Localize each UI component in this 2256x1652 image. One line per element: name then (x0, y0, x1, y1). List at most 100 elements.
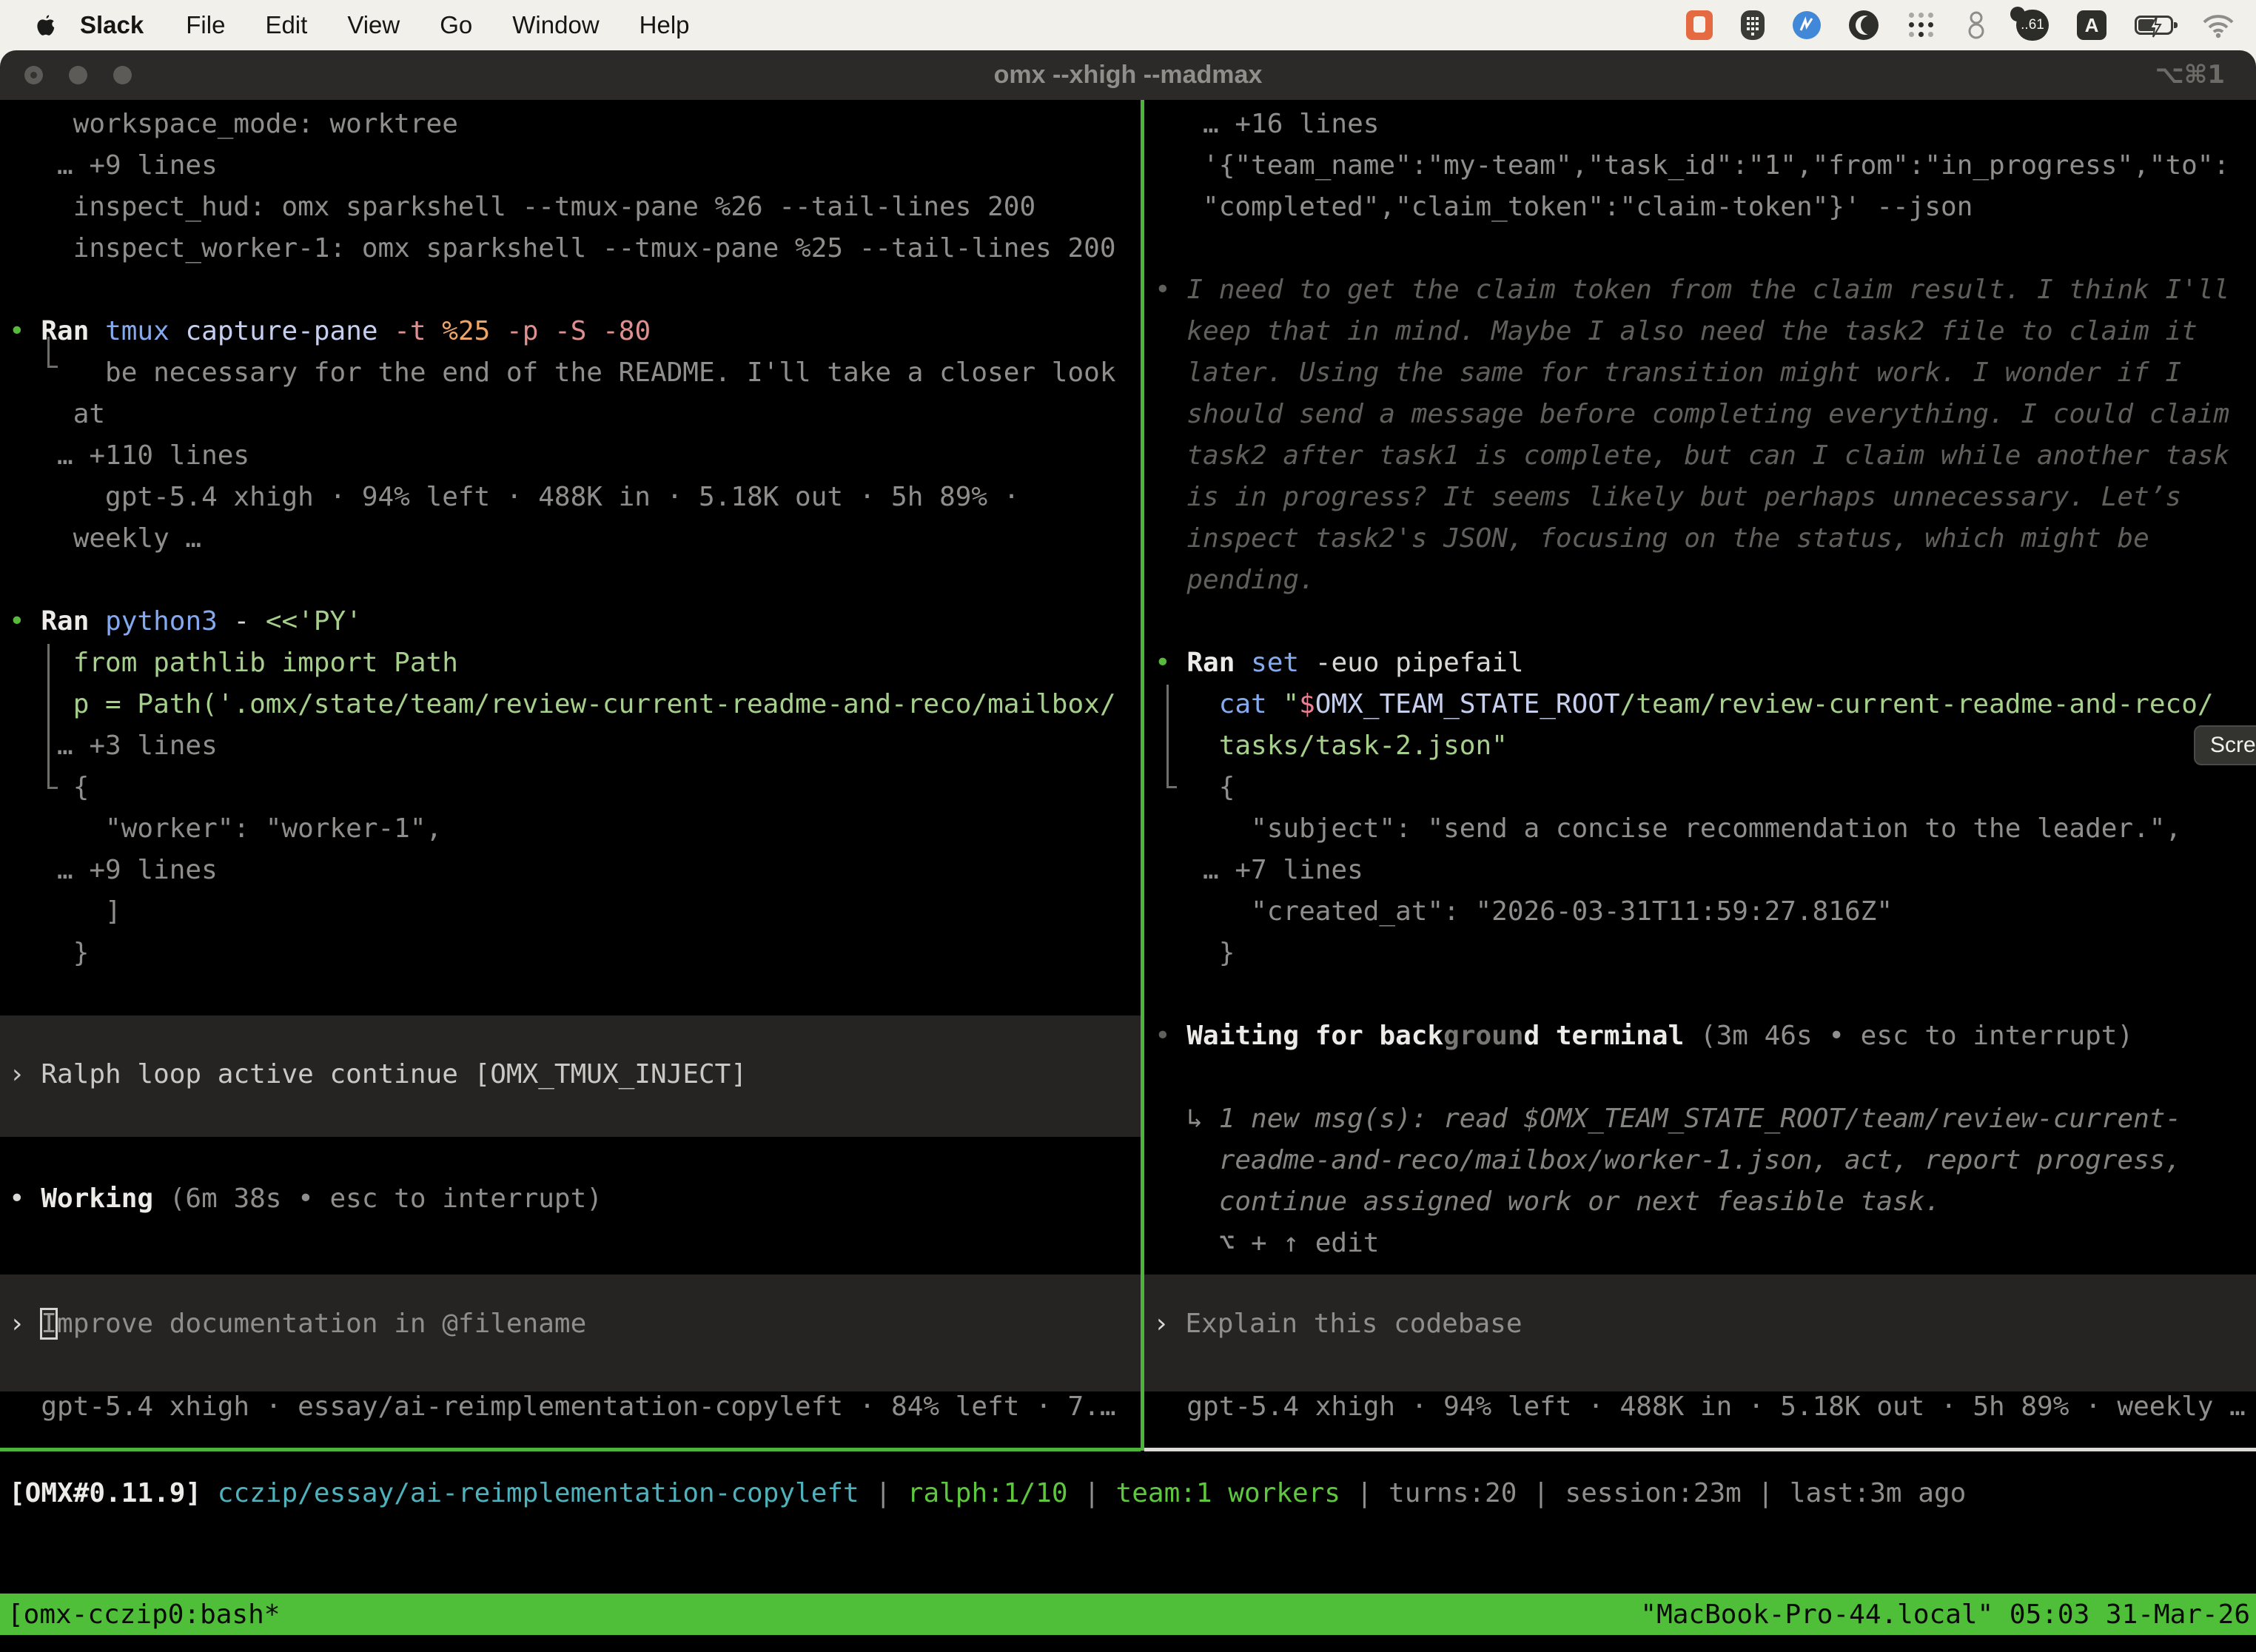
output-block-guide-right (1166, 685, 1177, 788)
terminal-line: ↳ 1 new msg(s): read $OMX_TEAM_STATE_ROO… (1155, 1098, 2229, 1140)
ralph-loop-banner: › Ralph loop active continue [OMX_TMUX_I… (0, 1015, 1141, 1137)
tmux-host-time: "MacBook-Pro-44.local" 05:03 31-Mar-26 (1640, 1599, 2256, 1630)
terminal-line: "subject": "send a concise recommendatio… (1155, 808, 2229, 850)
window-shortcut-hint: ⌥⌘1 (2155, 50, 2225, 100)
working-status-line: • Working (6m 38s • esc to interrupt) (9, 1178, 602, 1220)
ralph-loop-line: › Ralph loop active continue [OMX_TMUX_I… (9, 1054, 747, 1095)
terminal-line (9, 269, 1116, 311)
terminal-line: • I need to get the claim token from the… (1155, 269, 2229, 311)
terminal-line: tasks/task-2.json" (1155, 725, 2229, 767)
terminal-line: task2 after task1 is complete, but can I… (1155, 435, 2229, 477)
terminal-line: [OMX#0.11.9] cczip/essay/ai-reimplementa… (9, 1473, 1966, 1514)
tooltip: Scre (2194, 725, 2256, 765)
terminal-line: from pathlib import Path (9, 642, 1116, 684)
count-badge-label: ..61 (2016, 10, 2049, 41)
terminal-line: inspect_worker-1: omx sparkshell --tmux-… (9, 228, 1116, 269)
terminal-line: be necessary for the end of the README. … (9, 352, 1116, 394)
terminal-line: "worker": "worker-1", (9, 808, 1116, 850)
terminal-line: • Ran tmux capture-pane -t %25 -p -S -80 (9, 311, 1116, 352)
count-badge[interactable]: ..61 (2016, 7, 2049, 43)
terminal-line: • Ran set -euo pipefail (1155, 642, 2229, 684)
output-corner-guide (47, 337, 58, 368)
terminal-line: ] (9, 891, 1116, 933)
menu-window[interactable]: Window (492, 11, 619, 39)
terminal-line: inspect task2's JSON, focusing on the st… (1155, 518, 2229, 560)
terminal-line: gpt-5.4 xhigh · 94% left · 488K in · 5.1… (1155, 1386, 2246, 1428)
terminal-line: { (9, 767, 1116, 808)
terminal-line: } (9, 933, 1116, 974)
terminal-line: continue assigned work or next feasible … (1155, 1181, 2229, 1223)
terminal-line: readme-and-reco/mailbox/worker-1.json, a… (1155, 1140, 2229, 1181)
terminal-line: } (1155, 933, 2229, 974)
macos-menu-bar: Slack File Edit View Go Window Help (0, 0, 2256, 50)
terminal-line: › Ralph loop active continue [OMX_TMUX_I… (9, 1054, 747, 1095)
terminal-line: ⌥ + ↑ edit (1155, 1223, 2229, 1264)
password-shield-icon[interactable] (1741, 7, 1765, 43)
terminal-line: pending. (1155, 560, 2229, 601)
terminal-line: "created_at": "2026-03-31T11:59:27.816Z" (1155, 891, 2229, 933)
terminal-line: › Explain this codebase (1153, 1303, 1523, 1345)
terminal-line: at (9, 394, 1116, 435)
menu-edit[interactable]: Edit (245, 11, 327, 39)
menu-app-name[interactable]: Slack (58, 11, 166, 39)
terminal-line: gpt-5.4 xhigh · 94% left · 488K in · 5.1… (9, 477, 1116, 518)
terminal-line (1155, 601, 2229, 642)
pane-border-left-bottom (0, 1448, 1141, 1451)
prompt-input-left[interactable]: › Improve documentation in @filename (0, 1275, 1141, 1391)
terminal-line: … +16 lines (1155, 104, 2229, 145)
terminal-line: '{"team_name":"my-team","task_id":"1","f… (1155, 145, 2229, 187)
prompt-input-right[interactable]: › Explain this codebase (1144, 1275, 2256, 1391)
terminal: workspace_mode: worktree … +9 lines insp… (0, 100, 2256, 1652)
terminal-line (1155, 228, 2229, 269)
terminal-line: … +9 lines (9, 145, 1116, 187)
terminal-line: … +3 lines (9, 725, 1116, 767)
menu-items: Slack File Edit View Go Window Help (0, 10, 710, 40)
screen-share-icon[interactable] (1686, 7, 1713, 43)
tmux-status-bar: [omx-cczip0:bash* "MacBook-Pro-44.local"… (0, 1594, 2256, 1635)
terminal-line: keep that in mind. Maybe I also need the… (1155, 311, 2229, 352)
pane-divider[interactable] (1141, 100, 1144, 1451)
menu-help[interactable]: Help (620, 11, 710, 39)
terminal-line: { (1155, 767, 2229, 808)
model-status-right: gpt-5.4 xhigh · 94% left · 488K in · 5.1… (1155, 1386, 2246, 1428)
network-speed-icon[interactable] (1793, 7, 1821, 43)
keyboard-input-icon[interactable]: A (2077, 7, 2106, 43)
wifi-icon[interactable] (2201, 7, 2235, 43)
menu-file[interactable]: File (166, 11, 245, 39)
hotspot-icon[interactable] (1964, 7, 1988, 43)
terminal-line: later. Using the same for transition mig… (1155, 352, 2229, 394)
apple-menu-icon[interactable] (33, 10, 58, 40)
terminal-line: … +9 lines (9, 850, 1116, 891)
terminal-line: … +7 lines (1155, 850, 2229, 891)
terminal-line: inspect_hud: omx sparkshell --tmux-pane … (9, 187, 1116, 228)
terminal-line: cat "$OMX_TEAM_STATE_ROOT/team/review-cu… (1155, 684, 2229, 725)
terminal-line: is in progress? It seems likely but perh… (1155, 477, 2229, 518)
screen: Slack File Edit View Go Window Help (0, 0, 2256, 1652)
menu-go[interactable]: Go (420, 11, 492, 39)
terminal-line: • Working (6m 38s • esc to interrupt) (9, 1178, 602, 1220)
terminal-line: › Improve documentation in @filename (9, 1303, 586, 1345)
menu-view[interactable]: View (327, 11, 420, 39)
terminal-line: p = Path('.omx/state/team/review-current… (9, 684, 1116, 725)
omx-status-line: [OMX#0.11.9] cczip/essay/ai-reimplementa… (9, 1473, 1966, 1514)
terminal-line (1155, 1057, 2229, 1098)
terminal-line: • Waiting for background terminal (3m 46… (1155, 1015, 2229, 1057)
privacy-dots-icon[interactable] (1907, 7, 1936, 43)
terminal-line: "completed","claim_token":"claim-token"}… (1155, 187, 2229, 228)
window-titlebar: omx --xhigh --madmax ⌥⌘1 (0, 50, 2256, 100)
terminal-line: workspace_mode: worktree (9, 104, 1116, 145)
terminal-line: gpt-5.4 xhigh · essay/ai-reimplementatio… (9, 1386, 1116, 1428)
menu-status-icons: ..61 A (1686, 7, 2256, 43)
terminal-line: • Ran python3 - <<'PY' (9, 601, 1116, 642)
terminal-line (9, 560, 1116, 601)
terminal-line: should send a message before completing … (1155, 394, 2229, 435)
battery-icon[interactable] (2135, 7, 2173, 43)
prompt-input-left-line: › Improve documentation in @filename (9, 1303, 586, 1345)
prompt-input-right-line: › Explain this codebase (1153, 1303, 1523, 1345)
output-block-guide (47, 644, 58, 789)
dark-circle-icon[interactable] (1849, 7, 1879, 43)
terminal-line: … +110 lines (9, 435, 1116, 477)
pane-border-right-bottom (1144, 1448, 2256, 1451)
terminal-line (1155, 974, 2229, 1015)
pane-right-content: … +16 lines '{"team_name":"my-team","tas… (1155, 104, 2229, 1264)
